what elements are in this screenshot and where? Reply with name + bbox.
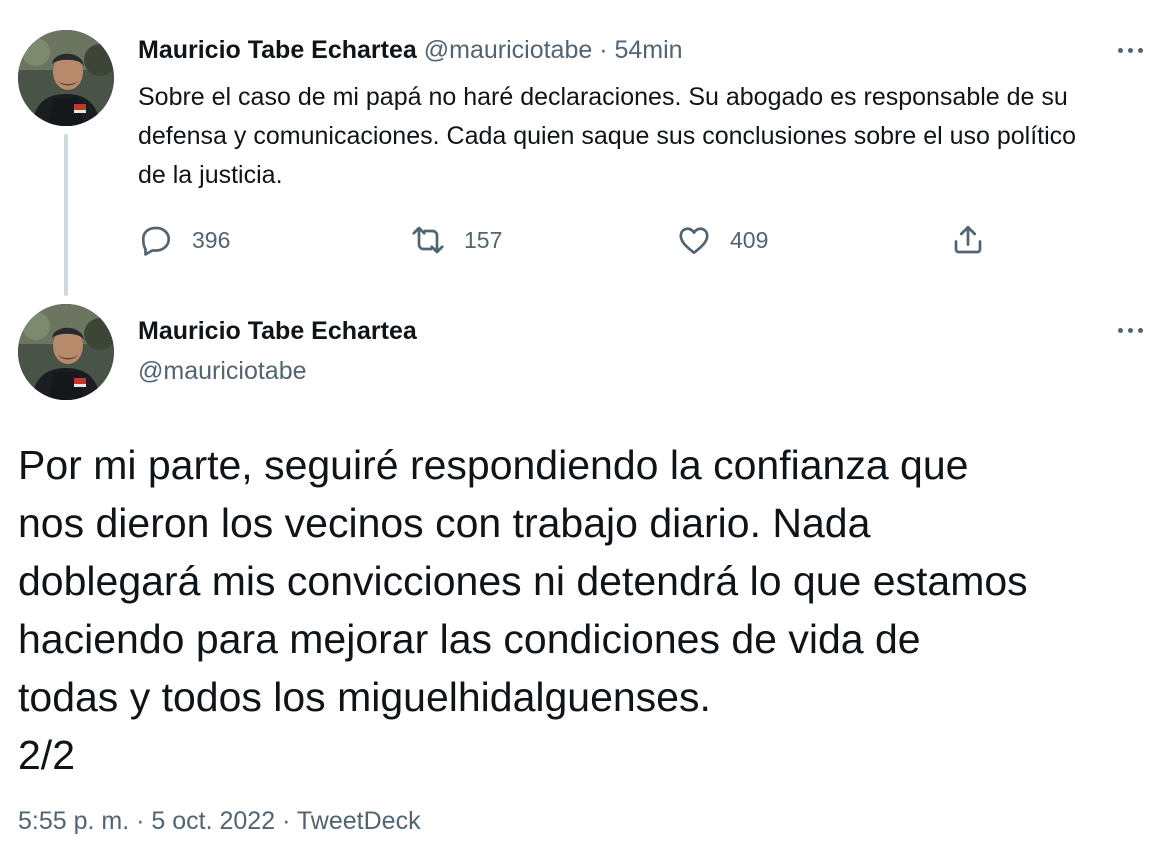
share-upload-icon: [954, 225, 982, 254]
more-options-button[interactable]: [1110, 40, 1150, 60]
tweet-time[interactable]: 5:55 p. m.: [18, 807, 129, 835]
tweet-text-line: nos dieron los vecinos con trabajo diari…: [18, 500, 871, 546]
tweet-text-line: haciendo para mejorar las condiciones de…: [18, 616, 921, 662]
share-button[interactable]: [950, 220, 986, 260]
author-handle[interactable]: @mauriciotabe: [138, 354, 307, 388]
more-dot: [1137, 47, 1143, 53]
tweet-metadata: 5:55 p. m. · 5 oct. 2022 · TweetDeck: [18, 803, 421, 839]
author-name[interactable]: Mauricio Tabe Echartea: [138, 314, 417, 348]
tweet-date[interactable]: 5 oct. 2022: [151, 807, 275, 835]
avatar-photo: [18, 304, 114, 400]
more-dot: [1127, 47, 1133, 53]
avatar-photo: [18, 30, 114, 126]
avatar[interactable]: [18, 304, 114, 400]
retweet-button[interactable]: 157: [410, 220, 502, 260]
reply-bubble-icon: [141, 226, 171, 256]
heart-icon: [679, 227, 709, 255]
like-count: 409: [730, 226, 769, 253]
author-name[interactable]: Mauricio Tabe Echartea: [138, 36, 417, 64]
more-options-button[interactable]: [1110, 320, 1150, 340]
more-horizontal-icon: [1117, 47, 1123, 53]
like-button[interactable]: 409: [676, 220, 768, 260]
author-handle[interactable]: @mauriciotabe: [424, 36, 593, 64]
retweet-count: 157: [464, 226, 503, 253]
tweet1-text: Sobre el caso de mi papá no haré declara…: [138, 83, 1077, 189]
meta-separator: ·: [282, 807, 291, 835]
tweet-text-line: Por mi parte, seguiré respondiendo la co…: [18, 442, 969, 488]
reply-button[interactable]: 396: [138, 220, 230, 260]
tweet-source: TweetDeck: [296, 807, 421, 835]
reply-count: 396: [192, 226, 231, 253]
more-dot: [1127, 327, 1133, 333]
meta-separator: ·: [136, 807, 145, 835]
tweet1-header: Mauricio Tabe Echartea @mauriciotabe · 5…: [138, 34, 683, 66]
tweet2-text: Por mi parte, seguiré respondiendo la co…: [18, 436, 1168, 784]
tweet-timestamp[interactable]: 54min: [615, 36, 683, 64]
avatar[interactable]: [18, 30, 114, 126]
tweet-text-line: doblegará mis convicciones ni detendrá l…: [18, 558, 1028, 604]
thread-connector-line: [64, 134, 68, 296]
tweet-text-line: todas y todos los miguelhidalguenses.: [18, 674, 711, 720]
tweet-text-line: 2/2: [18, 732, 75, 778]
header-separator: ·: [599, 36, 608, 64]
more-dot: [1137, 327, 1143, 333]
more-horizontal-icon: [1117, 327, 1123, 333]
retweet-icon: [412, 226, 444, 254]
